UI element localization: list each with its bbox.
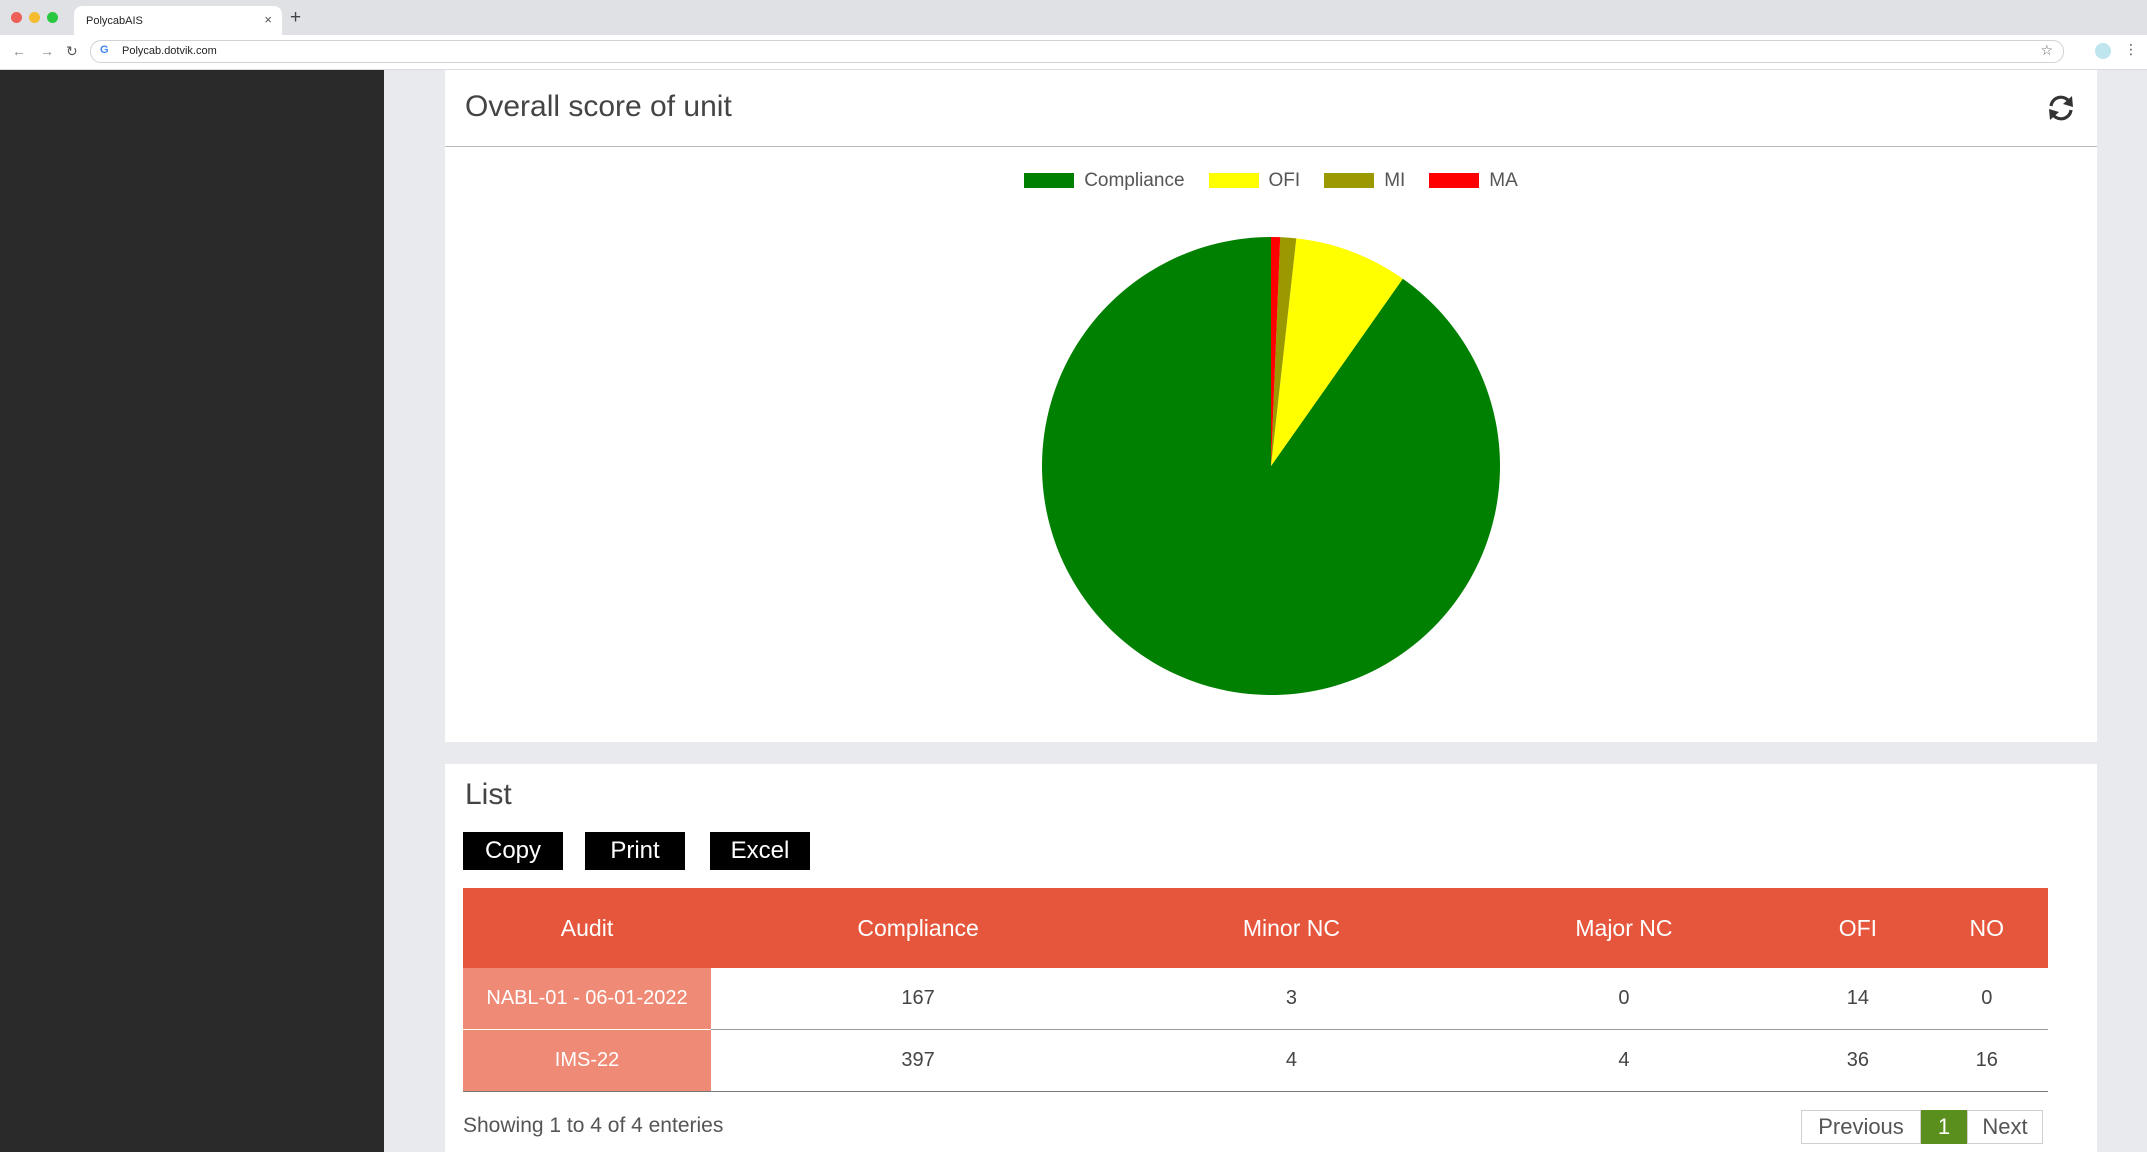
legend-label: OFI (1268, 170, 1301, 191)
new-tab-button[interactable]: + (290, 6, 301, 30)
tab-title: PolycabAIS (86, 15, 143, 27)
chart-legend: Compliance OFI MI MA (445, 170, 2097, 192)
legend-item[interactable]: MI (1324, 170, 1405, 192)
print-button[interactable]: Print (585, 832, 685, 870)
google-icon: G (100, 44, 109, 56)
table-row: IMS-22 397 4 4 36 16 (463, 1029, 2048, 1092)
address-bar[interactable]: G Polycab.dotvik.com ☆ (90, 40, 2064, 63)
tab-close-icon[interactable]: × (264, 12, 272, 27)
ofi-cell: 36 (1790, 1029, 1926, 1092)
column-header-major-nc[interactable]: Major NC (1457, 888, 1791, 968)
back-icon[interactable]: ← (12, 43, 26, 59)
list-title: List (465, 778, 512, 811)
pie-chart-svg (1042, 237, 1500, 695)
column-header-audit[interactable]: Audit (463, 888, 711, 968)
browser-titlebar: PolycabAIS × + (0, 0, 2147, 35)
profile-avatar[interactable] (2095, 43, 2111, 59)
legend-label: MA (1489, 170, 1518, 191)
legend-swatch (1324, 173, 1375, 189)
pie-chart (1041, 236, 1501, 696)
legend-item[interactable]: Compliance (1024, 170, 1185, 192)
list-card: List Copy Print Excel Audit Compliance M… (445, 764, 2097, 1152)
card-header: Overall score of unit (445, 70, 2097, 147)
legend-label: Compliance (1084, 170, 1185, 191)
card-title: Overall score of unit (465, 90, 732, 123)
maximize-window-button[interactable] (47, 12, 58, 23)
ofi-cell: 14 (1790, 968, 1926, 1030)
column-header-no[interactable]: NO (1925, 888, 2048, 968)
pagination: Previous 1 Next (1801, 1110, 2043, 1144)
url-text[interactable]: Polycab.dotvik.com (122, 45, 217, 57)
column-header-minor-nc[interactable]: Minor NC (1125, 888, 1458, 968)
minor-nc-cell: 3 (1125, 968, 1458, 1030)
legend-item[interactable]: OFI (1208, 170, 1301, 192)
major-nc-cell: 0 (1457, 968, 1791, 1030)
table-header-row: Audit Compliance Minor NC Major NC OFI N… (463, 888, 2048, 968)
refresh-icon[interactable] (2045, 92, 2077, 124)
legend-label: MI (1384, 170, 1406, 191)
compliance-cell: 397 (711, 1029, 1126, 1092)
overall-score-card: Overall score of unit Compliance OFI MI MA (445, 70, 2097, 742)
reload-icon[interactable]: ↻ (66, 43, 78, 59)
forward-icon[interactable]: → (40, 43, 54, 59)
audit-table: Audit Compliance Minor NC Major NC OFI N… (463, 888, 2048, 1092)
browser-tab[interactable]: PolycabAIS × (74, 6, 282, 35)
page-1-button[interactable]: 1 (1921, 1110, 1967, 1144)
legend-swatch (1024, 173, 1075, 189)
no-cell: 0 (1925, 968, 2048, 1030)
browser-toolbar: ← → ↻ G Polycab.dotvik.com ☆ ⋮ (0, 35, 2147, 70)
legend-swatch (1429, 173, 1480, 189)
minimize-window-button[interactable] (29, 12, 40, 23)
table-info: Showing 1 to 4 of 4 enteries (463, 1114, 724, 1137)
sidebar (0, 70, 384, 1152)
copy-button[interactable]: Copy (463, 832, 563, 870)
no-cell: 16 (1925, 1029, 2048, 1092)
next-page-button[interactable]: Next (1967, 1110, 2043, 1144)
audit-cell[interactable]: IMS-22 (463, 1029, 711, 1092)
bookmark-star-icon[interactable]: ☆ (2040, 42, 2053, 59)
column-header-ofi[interactable]: OFI (1790, 888, 1926, 968)
compliance-cell: 167 (711, 968, 1126, 1030)
table-row: NABL-01 - 06-01-2022 167 3 0 14 0 (463, 968, 2048, 1030)
minor-nc-cell: 4 (1125, 1029, 1458, 1092)
close-window-button[interactable] (11, 12, 22, 23)
browser-menu-icon[interactable]: ⋮ (2124, 41, 2138, 58)
previous-page-button[interactable]: Previous (1801, 1110, 1921, 1144)
column-header-compliance[interactable]: Compliance (711, 888, 1126, 968)
legend-swatch (1208, 173, 1259, 189)
major-nc-cell: 4 (1457, 1029, 1791, 1092)
legend-item[interactable]: MA (1429, 170, 1518, 192)
audit-cell[interactable]: NABL-01 - 06-01-2022 (463, 968, 711, 1030)
excel-button[interactable]: Excel (710, 832, 810, 870)
